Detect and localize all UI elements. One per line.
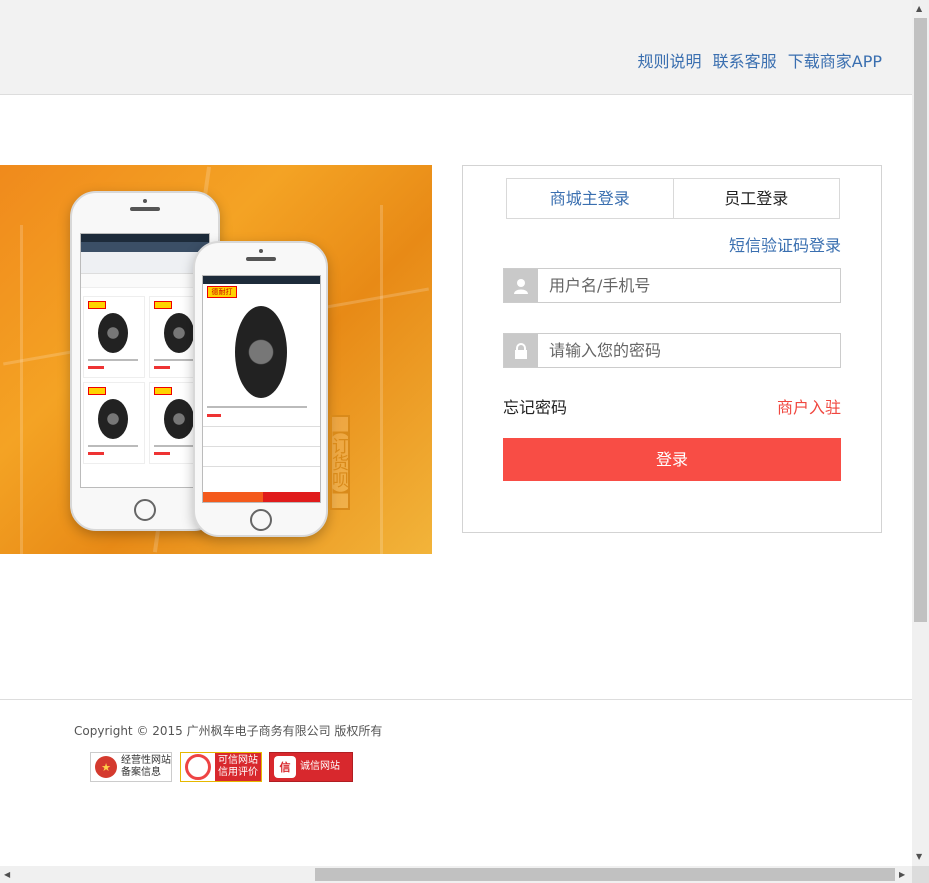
badge-line: 信用评价 — [218, 767, 258, 778]
scroll-up-icon[interactable]: ▲ — [916, 4, 922, 14]
contact-service-link[interactable]: 联系客服 — [713, 52, 777, 71]
top-header: 规则说明 联系客服 下载商家APP — [0, 0, 912, 95]
scroll-down-icon[interactable]: ▼ — [916, 852, 922, 862]
login-tabs: 商城主登录 员工登录 — [506, 178, 840, 219]
username-field — [503, 268, 841, 303]
trusted-site-badge[interactable]: 可信网站 信用评价 — [180, 752, 262, 782]
copyright-text: Copyright © 2015 广州枫车电子商务有限公司 版权所有 — [74, 724, 383, 738]
sms-code-login-link[interactable]: 短信验证码登录 — [729, 232, 841, 256]
bridge-decoration — [20, 225, 23, 554]
password-input[interactable] — [538, 334, 840, 367]
username-input[interactable] — [538, 269, 840, 302]
user-icon — [504, 269, 538, 302]
scroll-right-icon[interactable]: ▶ — [899, 870, 905, 880]
badge-line: 经营性网站 — [121, 755, 171, 766]
download-app-link[interactable]: 下载商家APP — [788, 52, 882, 71]
integrity-site-badge[interactable]: 信 诚信网站 — [269, 752, 353, 782]
forgot-password-link[interactable]: 忘记密码 — [503, 394, 567, 418]
scroll-left-icon[interactable]: ◀ — [4, 870, 10, 880]
scrollbar-corner — [912, 866, 929, 883]
brand-tag: 德耐打 — [207, 286, 237, 298]
bridge-decoration — [380, 205, 383, 554]
tab-staff-login[interactable]: 员工登录 — [674, 179, 840, 218]
integrity-icon: 信 — [274, 756, 296, 778]
badge-line: 备案信息 — [121, 767, 161, 778]
badge-line: 可信网站 — [218, 755, 258, 766]
business-site-filing-badge[interactable]: ★ 经营性网站 备案信息 — [90, 752, 172, 782]
trusted-seal-icon — [185, 754, 211, 780]
header-links: 规则说明 联系客服 下载商家APP — [632, 48, 882, 72]
promo-banner: 德耐打 【订货呗】 — [0, 165, 432, 554]
police-emblem-icon: ★ — [95, 756, 117, 778]
phone-mockup-front: 德耐打 — [193, 241, 328, 537]
page-footer: Copyright © 2015 广州枫车电子商务有限公司 版权所有 ★ 经营性… — [0, 699, 912, 867]
merchant-join-link[interactable]: 商户入驻 — [777, 394, 841, 418]
password-field — [503, 333, 841, 368]
horizontal-scroll-thumb[interactable] — [315, 868, 895, 881]
horizontal-scrollbar[interactable]: ◀ ▶ — [0, 866, 912, 883]
vertical-scroll-thumb[interactable] — [914, 18, 927, 622]
badge-line: 诚信网站 — [300, 761, 340, 772]
login-panel: 商城主登录 员工登录 短信验证码登录 忘记密码 商户入驻 登录 — [462, 165, 882, 533]
lock-icon — [504, 334, 538, 367]
rules-link[interactable]: 规则说明 — [638, 52, 702, 71]
tab-mall-owner-login[interactable]: 商城主登录 — [507, 179, 674, 218]
vertical-scrollbar[interactable]: ▲ ▼ — [912, 0, 929, 866]
order-app-tab: 【订货呗】 — [328, 415, 350, 510]
login-button[interactable]: 登录 — [503, 438, 841, 481]
